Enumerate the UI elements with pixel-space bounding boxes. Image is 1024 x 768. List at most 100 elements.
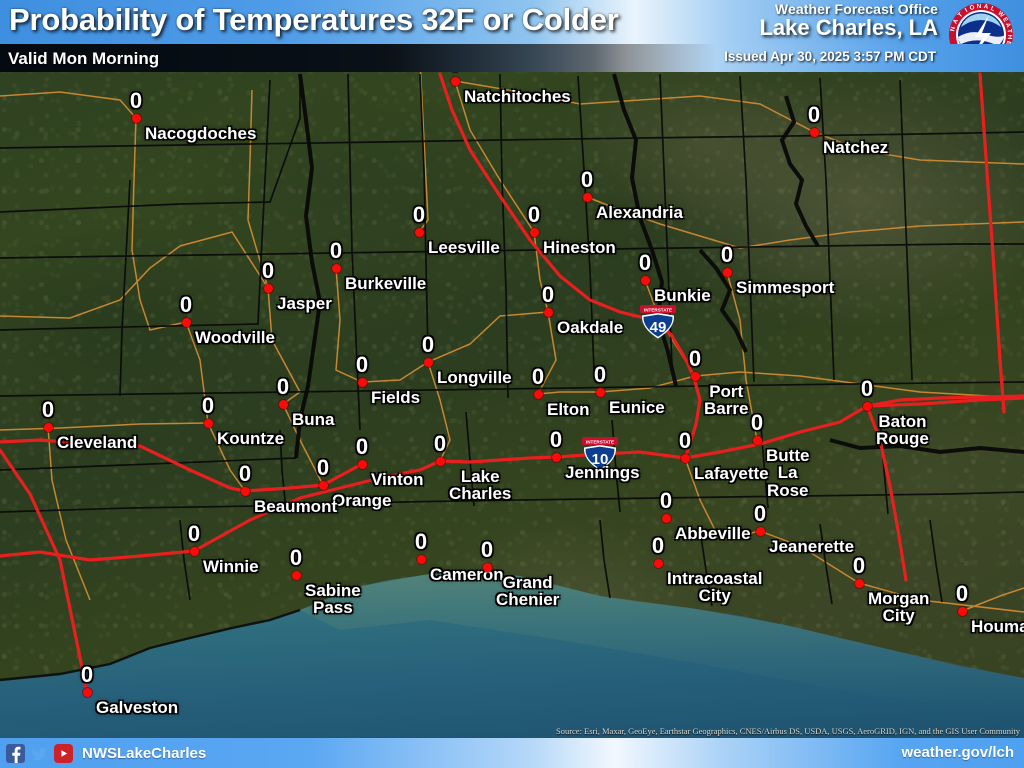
- station-dot: [722, 267, 732, 277]
- station-dot: [278, 399, 288, 409]
- issued-time-label: Issued Apr 30, 2025 3:57 PM CDT: [724, 49, 936, 64]
- station-dot: [551, 452, 561, 462]
- station-dot: [595, 387, 605, 397]
- station-city-label: Woodville: [195, 328, 275, 347]
- station-dot: [131, 113, 141, 123]
- station-probability-value: 0: [750, 410, 764, 435]
- station-probability-value: 0: [41, 397, 55, 422]
- interstate-shield-49: INTERSTATE 49: [638, 304, 678, 340]
- station-probability-value: 0: [261, 258, 275, 283]
- station-probability-value: 0: [955, 581, 969, 606]
- social-handle[interactable]: NWSLakeCharles: [82, 745, 206, 762]
- station-city-label: Orange: [332, 491, 392, 510]
- weather-map-page: INTERSTATE49INTERSTATE10 0Natchitoches0N…: [0, 0, 1024, 768]
- station-probability-value: 0: [289, 545, 303, 570]
- station-probability-value: 0: [187, 521, 201, 546]
- station-city-label: Kountze: [217, 429, 285, 448]
- station-probability-value: 0: [541, 282, 555, 307]
- station-dot: [82, 687, 92, 697]
- station-dot: [331, 263, 341, 273]
- station-probability-value: 0: [852, 553, 866, 578]
- station-probability-value: 0: [651, 533, 665, 558]
- station-dot: [661, 513, 671, 523]
- station-city-label: Buna: [292, 410, 335, 429]
- station-probability-value: 0: [316, 455, 330, 480]
- station-city-label: Intracoastal City: [667, 569, 763, 606]
- station-probability-value: 0: [807, 102, 821, 127]
- station-city-label: Jasper: [277, 294, 332, 313]
- station-probability-value: 0: [531, 364, 545, 389]
- youtube-icon[interactable]: [54, 743, 73, 763]
- station-city-label: Burkeville: [345, 274, 427, 293]
- map-source-credit: Source: Esri, Maxar, GeoEye, Earthstar G…: [555, 726, 1020, 736]
- station-city-label: Natchitoches: [464, 87, 571, 106]
- station-probability-value: 0: [355, 352, 369, 377]
- station-probability-value: 0: [638, 250, 652, 275]
- station-city-label: Sabine Pass: [305, 581, 361, 618]
- station-probability-value: 0: [527, 202, 541, 227]
- page-title: Probability of Temperatures 32F or Colde…: [9, 2, 619, 37]
- station-dot: [414, 227, 424, 237]
- station-probability-value: 0: [860, 376, 874, 401]
- footer-bar: NWSLakeCharles weather.gov/lch: [0, 738, 1024, 768]
- website-url[interactable]: weather.gov/lch: [901, 744, 1014, 761]
- svg-text:INTERSTATE: INTERSTATE: [586, 439, 614, 444]
- station-probability-value: 0: [129, 88, 143, 113]
- station-dot: [357, 459, 367, 469]
- twitter-icon[interactable]: [30, 744, 49, 763]
- station-dot: [203, 418, 213, 428]
- station-dot: [263, 283, 273, 293]
- station-city-label: Abbeville: [675, 524, 751, 543]
- station-probability-value: 0: [414, 529, 428, 554]
- station-probability-value: 0: [329, 238, 343, 263]
- facebook-icon[interactable]: [6, 743, 25, 763]
- station-city-label: Jennings: [565, 463, 640, 482]
- station-city-label: Fields: [371, 388, 421, 407]
- station-probability-value: 0: [580, 167, 594, 192]
- station-city-label: Oakdale: [557, 318, 624, 337]
- svg-text:49: 49: [650, 319, 667, 336]
- station-city-label: Nacogdoches: [145, 124, 257, 143]
- station-dot: [291, 570, 301, 580]
- valid-time-label: Valid Mon Morning: [8, 49, 160, 68]
- header-bar: Probability of Temperatures 32F or Colde…: [0, 0, 1024, 67]
- station-city-label: Bunkie: [654, 286, 711, 305]
- station-dot: [181, 317, 191, 327]
- station-city-label: Cameron: [430, 565, 504, 584]
- station-city-label: Lake Charles: [449, 467, 512, 504]
- station-dot: [957, 606, 967, 616]
- station-probability-value: 0: [753, 501, 767, 526]
- station-city-label: Winnie: [203, 557, 259, 576]
- station-probability-value: 0: [238, 461, 252, 486]
- station-city-label: Longville: [437, 368, 512, 387]
- station-dot: [318, 480, 328, 490]
- station-dot: [582, 192, 592, 202]
- station-dot: [543, 307, 553, 317]
- svg-text:INTERSTATE: INTERSTATE: [644, 307, 672, 312]
- station-city-label: Simmesport: [736, 278, 835, 297]
- station-dot: [640, 275, 650, 285]
- office-label: Weather Forecast Office: [774, 1, 938, 17]
- station-dot: [854, 578, 864, 588]
- station-probability-value: 0: [355, 434, 369, 459]
- station-city-label: Jeanerette: [769, 537, 855, 556]
- station-city-label: Cleveland: [57, 433, 138, 452]
- station-city-label: Grand Chenier: [496, 573, 560, 610]
- station-probability-value: 0: [433, 431, 447, 456]
- station-dot: [680, 453, 690, 463]
- station-dot: [435, 456, 445, 466]
- station-city-label: Beaumont: [254, 497, 338, 516]
- station-city-label: Lafayette: [694, 464, 769, 483]
- station-probability-value: 0: [659, 488, 673, 513]
- station-dot: [809, 127, 819, 137]
- station-dot: [533, 389, 543, 399]
- station-dot: [482, 562, 492, 572]
- station-city-label: Hineston: [543, 238, 616, 257]
- station-probability-value: 0: [480, 537, 494, 562]
- station-city-label: Port Barre: [704, 382, 749, 419]
- station-probability-value: 0: [276, 374, 290, 399]
- office-block: Weather Forecast Office Lake Charles, LA: [759, 2, 938, 39]
- station-probability-value: 0: [678, 428, 692, 453]
- station-city-label: Alexandria: [596, 203, 683, 222]
- station-city-label: Butte La Rose: [766, 446, 810, 500]
